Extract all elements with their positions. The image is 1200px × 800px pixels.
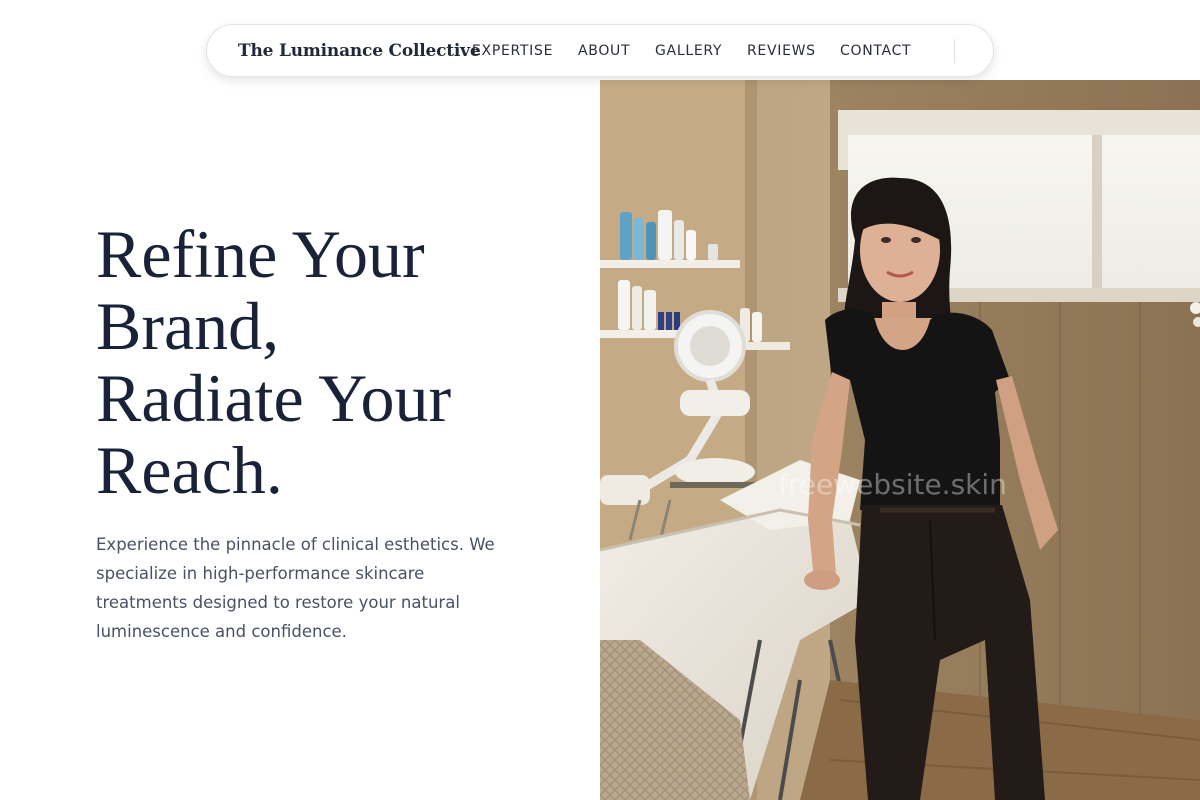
brand-logo[interactable]: The Luminance Collective: [238, 25, 481, 78]
nav-link-reviews[interactable]: REVIEWS: [747, 25, 816, 78]
main-navigation: The Luminance Collective EXPERTISE ABOUT…: [206, 24, 994, 77]
nav-link-expertise[interactable]: EXPERTISE: [472, 25, 553, 78]
nav-link-about[interactable]: ABOUT: [578, 25, 630, 78]
nav-divider: [954, 39, 955, 63]
hero-headline-line: Refine Your: [96, 216, 425, 292]
hero-headline-line: Radiate Your: [96, 360, 452, 436]
nav-link-contact[interactable]: CONTACT: [840, 25, 911, 78]
hero-photo: [600, 80, 1200, 800]
hero-headline-line: Reach.: [96, 432, 283, 508]
hero-description: Experience the pinnacle of clinical esth…: [96, 535, 495, 641]
hero-headline-line: Brand,: [96, 288, 280, 364]
nav-link-gallery[interactable]: GALLERY: [655, 25, 722, 78]
hero-headline: Refine Your Brand, Radiate Your Reach.: [96, 218, 451, 506]
esthetician-studio-illustration: [600, 80, 1200, 800]
watermark-text: freewebsite.skin: [778, 468, 1007, 501]
